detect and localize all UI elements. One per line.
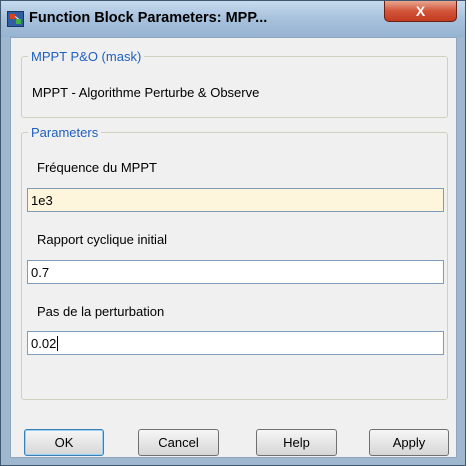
dialog-body: MPPT P&O (mask) MPPT - Algorithme Pertur… — [10, 37, 457, 458]
title-bar[interactable]: Function Block Parameters: MPP... X — [1, 1, 465, 37]
initial-duty-cycle-input[interactable]: 0.7 — [27, 260, 444, 284]
simulink-block-icon — [7, 11, 24, 27]
initial-duty-cycle-value: 0.7 — [31, 265, 50, 280]
mask-group: MPPT P&O (mask) — [21, 49, 448, 118]
ok-button[interactable]: OK — [24, 429, 104, 456]
close-button[interactable]: X — [384, 1, 457, 22]
frequency-value: 1e3 — [31, 193, 53, 208]
initial-duty-cycle-label: Rapport cyclique initial — [37, 232, 168, 247]
parameters-group-title: Parameters — [31, 125, 99, 140]
window-title: Function Block Parameters: MPP... — [29, 10, 268, 26]
close-icon: X — [415, 3, 426, 19]
perturbation-step-value: 0.02 — [31, 336, 57, 351]
perturbation-step-input[interactable]: 0.02 — [27, 331, 444, 355]
frequency-label: Fréquence du MPPT — [37, 160, 157, 175]
mask-description: MPPT - Algorithme Perturbe & Observe — [32, 85, 260, 100]
mask-group-title: MPPT P&O (mask) — [31, 49, 142, 64]
help-button[interactable]: Help — [256, 429, 337, 456]
cancel-button[interactable]: Cancel — [138, 429, 219, 456]
text-cursor — [57, 336, 59, 351]
apply-button[interactable]: Apply — [369, 429, 449, 456]
perturbation-step-label: Pas de la perturbation — [37, 304, 165, 319]
dialog-window: Function Block Parameters: MPP... X MPPT… — [0, 0, 466, 466]
frequency-input[interactable]: 1e3 — [27, 188, 444, 212]
